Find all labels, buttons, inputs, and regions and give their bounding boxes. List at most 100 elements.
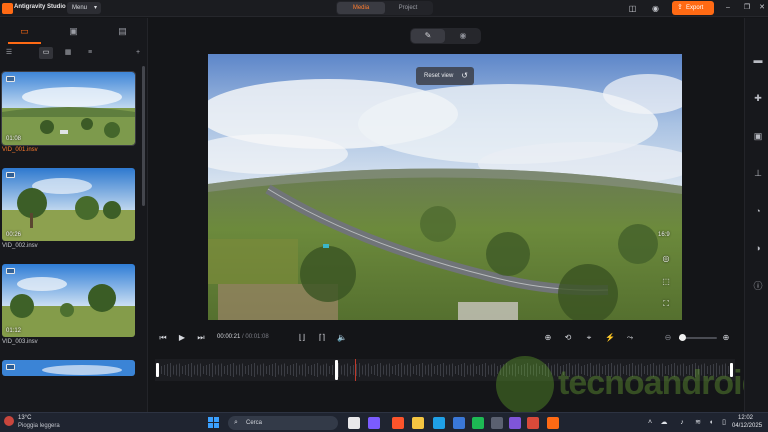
previous-icon[interactable]: ⏮ <box>156 330 170 346</box>
app-name: Antigravity Studio <box>14 4 66 10</box>
media-scrollbar[interactable] <box>142 66 145 206</box>
album-icon: ▣ <box>69 26 78 36</box>
tracking-icon[interactable]: ⌖ <box>582 330 596 346</box>
list-view-icon[interactable]: ≡ <box>83 47 97 59</box>
clip-thumbnail: 01:08 <box>1 71 136 146</box>
layout-icon[interactable]: ◫ <box>627 3 638 14</box>
next-icon[interactable]: ⏭ <box>194 330 208 346</box>
preview-eye-icon[interactable]: ◉ <box>446 29 480 43</box>
tab-project[interactable]: Project <box>384 2 432 14</box>
clip-card[interactable] <box>2 360 135 376</box>
minimize-icon[interactable]: – <box>722 2 734 14</box>
wifi-icon[interactable]: ≋ <box>693 417 703 429</box>
tab-folder[interactable]: ▤ <box>98 18 147 44</box>
aerial-landscape-frame <box>208 54 682 320</box>
crop-icon[interactable]: ⬚ <box>659 275 673 289</box>
zoom-out-icon[interactable]: ⊖ <box>661 330 675 346</box>
clip-thumbnail <box>2 360 135 376</box>
tab-album[interactable]: ▣ <box>49 18 98 44</box>
weather-icon[interactable] <box>4 416 14 426</box>
image-add-icon[interactable]: ▣ <box>752 130 764 142</box>
play-icon[interactable]: ▶ <box>175 330 189 346</box>
maximize-icon[interactable]: ❐ <box>741 2 753 14</box>
camera-icon[interactable]: ▬ <box>752 54 764 66</box>
app-icon[interactable] <box>509 417 521 429</box>
info-icon[interactable]: ⓘ <box>752 280 764 292</box>
puzzle-icon[interactable]: ✚ <box>752 92 764 104</box>
clip-thumbnail: 01:12 <box>2 264 135 337</box>
large-grid-icon[interactable]: ▭ <box>39 47 53 59</box>
file-explorer-icon[interactable] <box>412 417 424 429</box>
edge-icon[interactable] <box>433 417 445 429</box>
reset-view-button[interactable]: Reset view ↺ <box>416 67 474 85</box>
tab-media[interactable]: Media <box>337 2 385 14</box>
tools-sidebar: ▬ ✚ ▣ ⊥ ◔ ◑ ⓘ <box>744 18 768 412</box>
stamp-icon[interactable]: ⊥ <box>752 167 764 179</box>
tab-media-library[interactable]: ▭ <box>0 18 49 44</box>
color-icon[interactable]: ◑ <box>752 242 764 254</box>
windows-taskbar: 13°C Pioggia leggera ⌕ Cerca ˄ ☁ ♪ ≋ ◖ ▯… <box>0 412 768 432</box>
app-icon[interactable] <box>527 417 539 429</box>
menu-label: Menu <box>72 5 88 11</box>
export-button[interactable]: ⇪ Export <box>672 1 714 15</box>
clip-card[interactable]: 01:08 VID_001.insv <box>1 71 136 153</box>
task-view-icon[interactable] <box>348 417 360 429</box>
edit-view-icon[interactable]: ✎ <box>411 29 445 43</box>
small-grid-icon[interactable]: ▦ <box>61 47 75 59</box>
antigravity-taskbar-icon[interactable] <box>547 417 559 429</box>
timeline-start-handle[interactable] <box>156 363 159 377</box>
zoom-in-icon[interactable]: ⊕ <box>719 330 733 346</box>
watermark-logo <box>496 356 554 414</box>
fullscreen-icon[interactable]: ⛶ <box>659 297 673 311</box>
weather-description: Pioggia leggera <box>18 423 60 429</box>
app-icon[interactable] <box>491 417 503 429</box>
snapshot-icon[interactable]: ◎ <box>659 252 673 266</box>
clip-card[interactable]: 01:12 VID_003.insv <box>2 264 135 345</box>
current-time: 00:00:21 <box>217 334 241 340</box>
360-badge-icon <box>6 76 15 82</box>
speed-icon[interactable]: ◔ <box>752 205 764 217</box>
playback-time: 00:00:21 / 00:01:08 <box>217 334 269 340</box>
watermark-text: tecnoandroid <box>558 364 762 402</box>
clip-duration: 01:12 <box>6 328 22 334</box>
store-icon[interactable] <box>453 417 465 429</box>
volume-icon[interactable]: ◖ <box>706 417 716 429</box>
watermark: tecnoandroid <box>496 356 766 416</box>
export-label: Export <box>686 5 704 11</box>
spotify-icon[interactable] <box>472 417 484 429</box>
cloud-icon[interactable]: ☁ <box>659 417 669 429</box>
mode-tabs: Media Project <box>336 1 433 15</box>
trim-end-icon[interactable]: ⌈⌉ <box>315 330 329 346</box>
copilot-icon[interactable] <box>368 417 380 429</box>
monitor-icon: ▭ <box>20 26 29 36</box>
taskbar-search[interactable]: ⌕ Cerca <box>228 416 338 430</box>
chevron-up-icon[interactable]: ˄ <box>645 417 655 429</box>
position-marker <box>355 359 356 381</box>
aspect-ratio-button[interactable]: 16:9 <box>658 232 670 238</box>
total-time: 00:01:08 <box>245 334 269 340</box>
menu-button[interactable]: Menu ▾ <box>67 2 101 14</box>
add-icon[interactable]: + <box>131 47 145 59</box>
chevron-down-icon: ▾ <box>93 5 97 11</box>
windows-start-icon[interactable] <box>208 417 220 429</box>
battery-icon[interactable]: ▯ <box>719 417 729 429</box>
clip-card[interactable]: 00:26 VID_002.insv <box>2 168 135 249</box>
volume-icon[interactable]: 🔈 <box>335 330 349 346</box>
add-keyframe-icon[interactable]: ⊕ <box>541 330 555 346</box>
sort-icon[interactable]: ☰ <box>2 47 16 59</box>
search-placeholder: Cerca <box>246 420 263 426</box>
motion-icon[interactable]: ⤳ <box>623 330 637 346</box>
loop-icon[interactable]: ⟲ <box>561 330 575 346</box>
mic-icon[interactable]: ♪ <box>677 417 687 429</box>
brave-icon[interactable] <box>392 417 404 429</box>
video-preview[interactable] <box>208 54 682 320</box>
zoom-knob[interactable] <box>679 334 686 341</box>
clip-name: VID_002.insv <box>2 243 38 249</box>
media-toolbar: ☰ ▭ ▦ ≡ + <box>0 46 148 60</box>
ai-effect-icon[interactable]: ⚡ <box>603 330 617 346</box>
account-icon[interactable]: ◉ <box>650 3 661 14</box>
trim-start-icon[interactable]: ⌊⌋ <box>295 330 309 346</box>
clip-name: VID_003.insv <box>2 339 38 345</box>
playhead[interactable] <box>335 360 338 380</box>
close-icon[interactable]: ✕ <box>756 2 768 14</box>
